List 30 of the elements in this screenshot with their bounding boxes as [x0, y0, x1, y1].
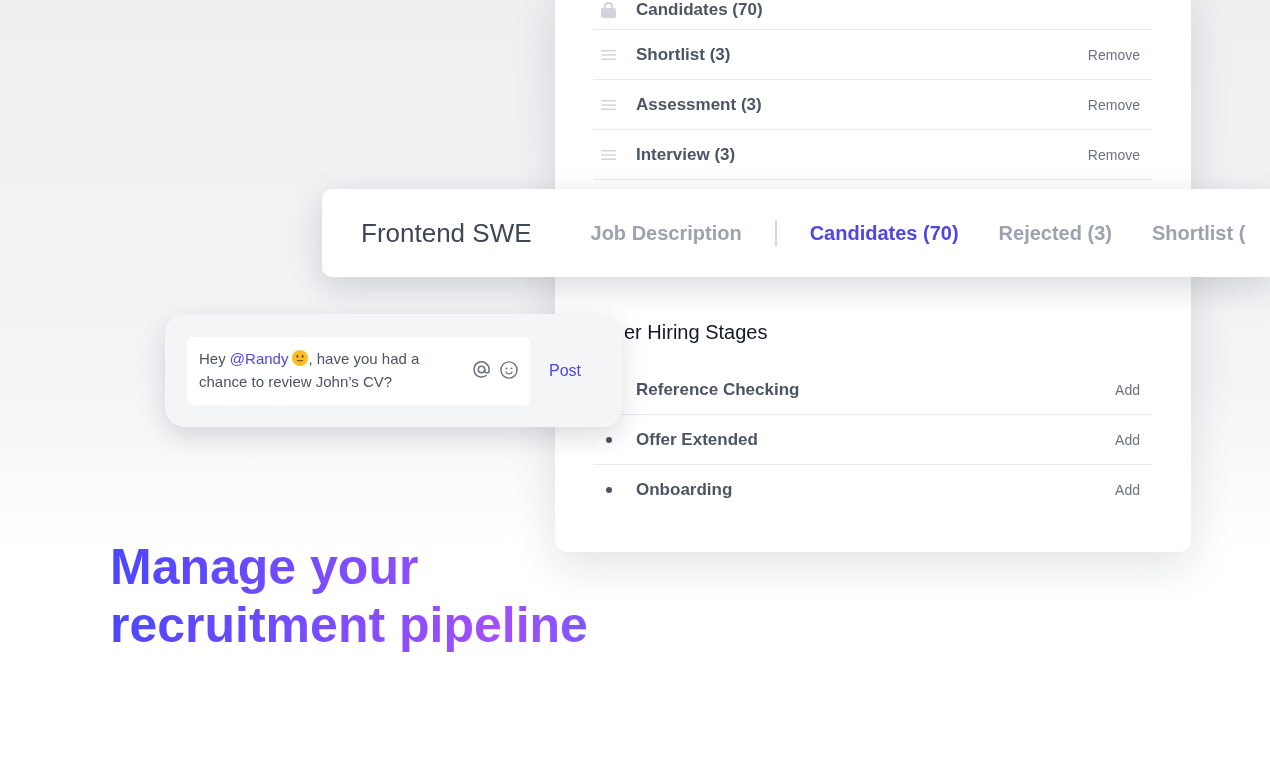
remove-button[interactable]: Remove [1087, 95, 1140, 114]
remove-button[interactable]: Remove [1087, 145, 1140, 164]
mention-link[interactable]: @Randy [229, 349, 289, 367]
stage-name: Shortlist (3) [636, 44, 731, 65]
drag-handle-icon[interactable] [601, 99, 616, 110]
at-sign-icon[interactable] [472, 360, 491, 379]
tab[interactable]: Job Description [590, 221, 742, 245]
tab[interactable]: Candidates (70) [809, 221, 959, 245]
comment-field[interactable]: Hey @Randy , have you had a chance to review John’s CV? [187, 336, 530, 405]
comment-text: Hey @Randy , have you had a chance to review John’s CV? [199, 348, 421, 392]
drag-handle-icon[interactable] [601, 149, 616, 160]
job-title: Frontend SWE [361, 218, 532, 248]
tab[interactable]: Rejected (3) [998, 221, 1112, 245]
post-button[interactable]: Post [549, 360, 581, 381]
section-heading: er Hiring Stages [624, 320, 768, 344]
stage-name: Reference Checking [636, 379, 800, 400]
stage-name: Onboarding [636, 479, 733, 500]
stage-name: Assessment (3) [636, 94, 762, 115]
lock-icon [601, 2, 616, 18]
tab[interactable]: Shortlist ( [1151, 221, 1246, 245]
smiley-icon[interactable] [500, 360, 518, 379]
stage-name: Interview (3) [636, 144, 736, 165]
drag-handle-icon[interactable] [601, 49, 616, 60]
remove-button[interactable]: Remove [1087, 45, 1140, 64]
add-button[interactable]: Add [1115, 380, 1140, 399]
add-button[interactable]: Add [1115, 480, 1140, 499]
stage-name: Offer Extended [636, 429, 758, 450]
stage-name: Candidates (70) [636, 0, 763, 20]
emoji-face-icon [292, 349, 309, 366]
add-button[interactable]: Add [1115, 430, 1140, 449]
